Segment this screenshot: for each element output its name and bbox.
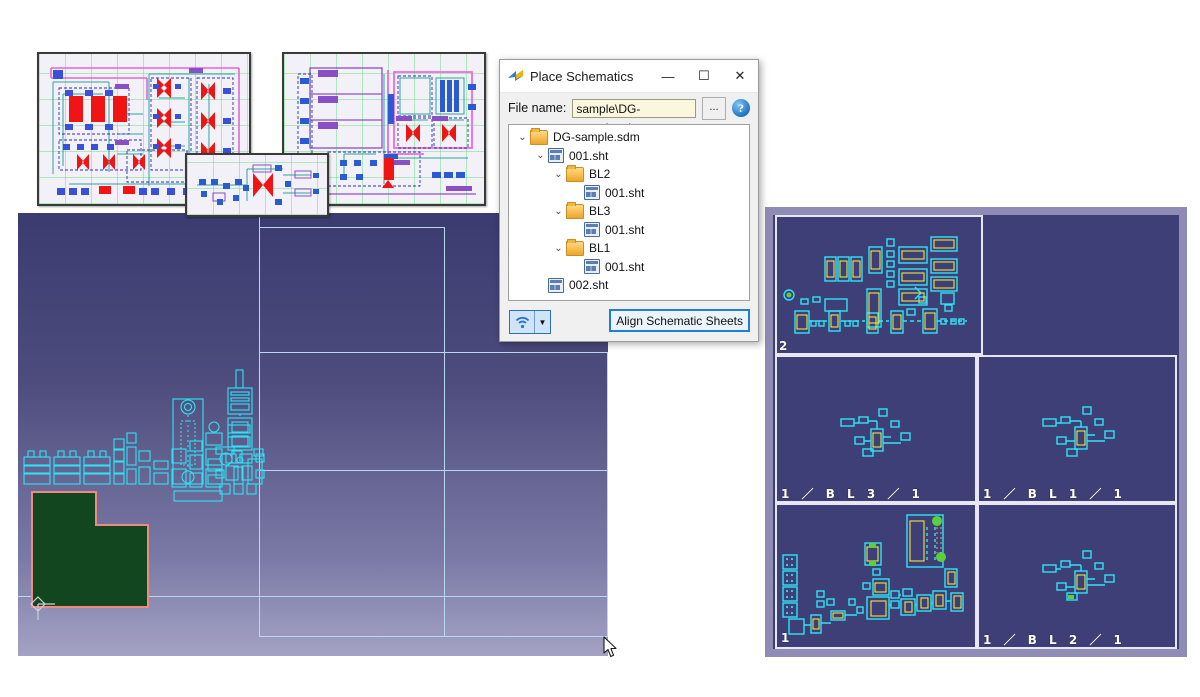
preview-geometry-mid-right [1035, 403, 1131, 463]
canvas-frame-hline-2 [259, 352, 608, 353]
folder-icon [566, 167, 584, 182]
tree-item-label: 002.sht [569, 278, 608, 292]
tree-spacer [569, 261, 584, 272]
canvas-frame-vline-3 [607, 352, 608, 637]
dialog-titlebar[interactable]: Place Schematics — ☐ ✕ [500, 60, 758, 93]
tree-item[interactable]: ⌄ DG-sample.sdm [509, 128, 749, 147]
close-button[interactable]: ✕ [722, 61, 758, 92]
chevron-down-icon[interactable]: ⌄ [533, 150, 548, 161]
schematic-thumbnail-3[interactable] [185, 153, 329, 217]
tree-item-label: BL1 [589, 241, 610, 255]
tree-item[interactable]: 001.sht [509, 221, 749, 240]
file-name-input[interactable]: sample\DG-sample.sdm [572, 99, 696, 118]
thumbnail-3-schematic [187, 155, 327, 215]
dialog-title: Place Schematics [530, 69, 633, 84]
tree-item[interactable]: ⌄ BL3 [509, 202, 749, 221]
chevron-down-icon[interactable]: ⌄ [551, 206, 566, 217]
sheet-icon [548, 278, 564, 293]
tree-spacer [569, 224, 584, 235]
tree-item-label: 001.sht [605, 186, 644, 200]
tree-spacer [533, 280, 548, 291]
canvas-frame-hline-3 [259, 470, 608, 471]
schematic-tree[interactable]: ⌄DG-sample.sdm⌄001.sht⌄BL2 001.sht⌄BL3 0… [508, 124, 750, 301]
chevron-down-icon[interactable]: ▼ [534, 311, 550, 333]
tree-item[interactable]: 001.sht [509, 184, 749, 203]
place-schematics-dialog[interactable]: Place Schematics — ☐ ✕ File name: sample… [499, 59, 759, 342]
canvas-frame-hline-1 [259, 227, 445, 228]
sheet-icon [584, 259, 600, 274]
folder-icon [530, 130, 548, 145]
sheet-label-bl3: 1 ／ B L 3 ／ 1 [781, 485, 924, 502]
preview-geometry-mid-left [833, 403, 929, 463]
tree-spacer [569, 187, 584, 198]
sheet-preview-panel[interactable]: 2 1 ／ B L 3 ／ 1 1 ／ B L 1 ／ 1 1 1 ／ B L … [765, 207, 1187, 657]
chevron-down-icon[interactable]: ⌄ [551, 243, 566, 254]
file-name-row: File name: sample\DG-sample.sdm ... ? [500, 93, 758, 123]
sheet-label-bl1: 1 ／ B L 1 ／ 1 [983, 485, 1126, 502]
tree-item[interactable]: 002.sht [509, 276, 749, 295]
align-schematic-sheets-button[interactable]: Align Schematic Sheets [609, 309, 750, 332]
sheet-icon [584, 222, 600, 237]
browse-button[interactable]: ... [702, 97, 726, 120]
view-mode-split-button[interactable]: ▼ [509, 310, 551, 334]
chevron-down-icon[interactable]: ⌄ [551, 169, 566, 180]
tree-item-label: BL2 [589, 167, 610, 181]
folder-icon [566, 204, 584, 219]
tree-item-label: BL3 [589, 204, 610, 218]
sheet-icon [548, 148, 564, 163]
tree-item-label: DG-sample.sdm [553, 130, 640, 144]
sheet-icon [584, 185, 600, 200]
preview-geometry-bottom-right [1035, 547, 1131, 607]
preview-geometry-bottom-left [779, 507, 975, 643]
preview-geometry-top [781, 229, 977, 345]
tree-item-label: 001.sht [605, 260, 644, 274]
origin-axis-marker [28, 593, 56, 621]
schematic-app-icon [507, 69, 524, 84]
signal-icon[interactable] [510, 311, 534, 333]
file-name-label: File name: [508, 101, 566, 115]
dialog-bottom-bar: ▼ Align Schematic Sheets [500, 305, 758, 341]
tree-item[interactable]: ⌄ BL1 [509, 239, 749, 258]
folder-icon [566, 241, 584, 256]
canvas-frame-vline-2 [444, 227, 445, 637]
canvas-frame-hline-5 [259, 636, 608, 637]
sheet-preview-canvas[interactable]: 2 1 ／ B L 3 ／ 1 1 ／ B L 1 ／ 1 1 1 ／ B L … [773, 215, 1179, 649]
canvas-schematic-cluster [168, 393, 228, 508]
minimize-button[interactable]: — [650, 61, 686, 92]
tree-item-label: 001.sht [569, 149, 608, 163]
placed-region-polygon[interactable] [31, 491, 149, 608]
tree-item[interactable]: ⌄ BL2 [509, 165, 749, 184]
sheet-label-bl2: 1 ／ B L 2 ／ 1 [983, 631, 1126, 648]
tree-item-label: 001.sht [605, 223, 644, 237]
help-icon[interactable]: ? [732, 99, 750, 117]
tree-item[interactable]: ⌄ 001.sht [509, 147, 749, 166]
chevron-down-icon[interactable]: ⌄ [515, 132, 530, 143]
mouse-cursor [603, 636, 619, 659]
tree-item[interactable]: 001.sht [509, 258, 749, 277]
maximize-button[interactable]: ☐ [686, 61, 722, 92]
